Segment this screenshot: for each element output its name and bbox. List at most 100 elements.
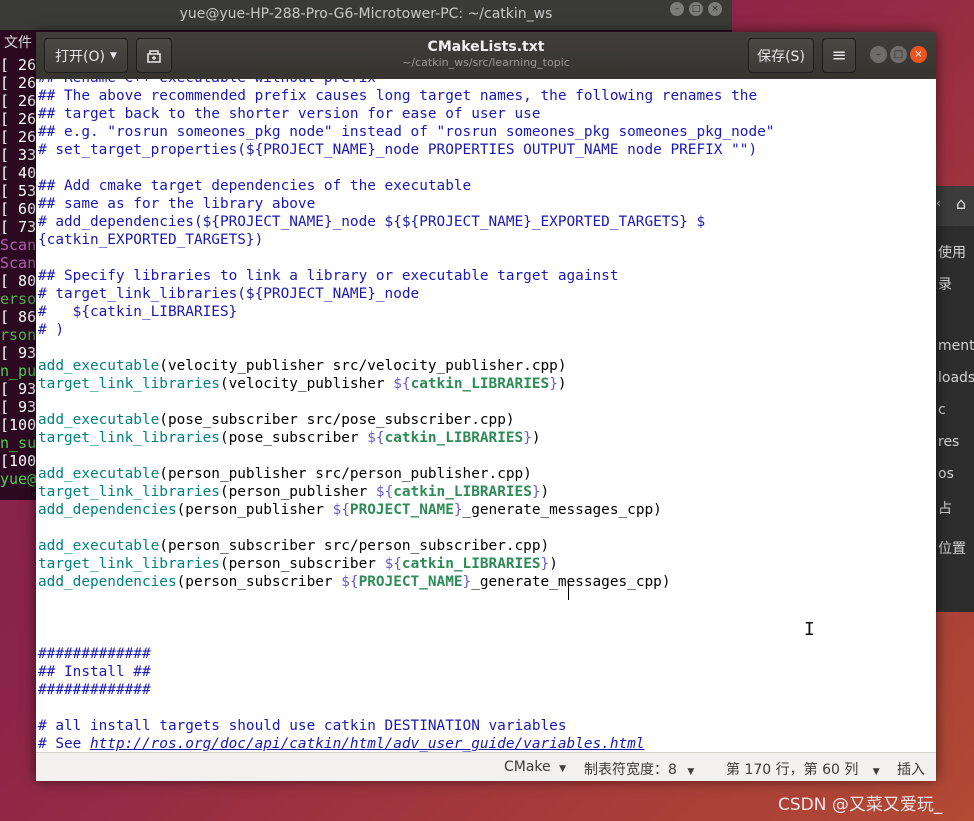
terminal-line: Scan <box>0 254 37 272</box>
code-token: {catkin_EXPORTED_TARGETS}) <box>38 232 264 248</box>
tab-width-selector[interactable]: 制表符宽度：8 ▼ <box>584 759 694 779</box>
code-line: # See http://ros.org/doc/api/catkin/html… <box>38 735 644 752</box>
new-tab-button[interactable] <box>136 38 172 73</box>
terminal-line: [ 73 <box>0 218 37 236</box>
document-title: CMakeLists.txt <box>427 39 545 55</box>
code-line: ## target back to the shorter version fo… <box>38 105 541 123</box>
code-token: add_executable <box>38 538 160 554</box>
terminal-line: [ 26 <box>0 110 37 128</box>
code-token: ## same as for the library above <box>38 196 316 212</box>
insert-mode-indicator[interactable]: 插入 <box>897 759 925 779</box>
minimize-icon[interactable]: – <box>670 2 684 16</box>
terminal-line: [ 93 <box>0 344 37 362</box>
code-token: target_link_libraries <box>38 430 220 446</box>
code-token: } <box>523 430 532 446</box>
document-path: ~/catkin_ws/src/learning_topic <box>402 56 570 69</box>
code-token: http://ros.org/doc/api/catkin/html/adv_u… <box>89 736 645 752</box>
background-file-manager[interactable]: ‹ ⌂ 使用录 ments loads c res os 占位置 <box>934 186 974 612</box>
code-token: ## Add cmake target dependencies of the … <box>38 178 472 194</box>
save-button[interactable]: 保存(S) <box>748 38 814 73</box>
terminal-titlebar[interactable]: yue@yue-HP-288-Pro-G6-Microtower-PC: ~/c… <box>0 0 732 30</box>
code-token: ############# <box>38 646 151 662</box>
code-line: # ${catkin_LIBRARIES} <box>38 303 237 321</box>
code-token: ## Install ## <box>38 664 151 680</box>
terminal-line: [ 60 <box>0 200 37 218</box>
code-line: add_executable(pose_subscriber src/pose_… <box>38 411 515 429</box>
code-token: ) <box>557 376 567 392</box>
terminal-line: [ 26 <box>0 56 37 74</box>
close-icon[interactable]: × <box>910 46 927 63</box>
minimize-icon[interactable]: – <box>870 46 887 63</box>
open-button-label: 打开(O) <box>55 48 106 65</box>
file-manager-item[interactable]: ments <box>938 338 974 354</box>
language-label: CMake <box>504 759 551 775</box>
code-line: ## same as for the library above <box>38 195 315 213</box>
cursor-position-selector[interactable]: 第 170 行，第 60 列 ▼ <box>726 759 880 779</box>
code-line: ## Add cmake target dependencies of the … <box>38 177 471 195</box>
text-editor-area[interactable]: ## Rename C++ executable without prefix #… <box>36 79 936 752</box>
code-token: } <box>531 484 541 500</box>
code-token: target_link_libraries <box>38 484 220 500</box>
code-token: ## Specify libraries to link a library o… <box>38 268 619 284</box>
code-token: add_dependencies <box>38 502 177 518</box>
code-token: (person_subscriber src/person_subscriber… <box>159 538 550 554</box>
code-line: target_link_libraries(person_subscriber … <box>38 555 558 573</box>
code-line: add_executable(person_subscriber src/per… <box>38 537 549 555</box>
code-line: target_link_libraries(person_publisher $… <box>38 483 549 501</box>
home-icon[interactable]: ⌂ <box>956 194 966 213</box>
code-token: ${ <box>332 502 350 518</box>
code-token: catkin_LIBRARIES <box>393 484 532 500</box>
code-token: ) <box>540 484 550 500</box>
code-token: # target_link_libraries(${PROJECT_NAME}_… <box>38 286 420 302</box>
code-token: ) <box>549 556 558 572</box>
file-manager-item[interactable]: 录 <box>938 274 952 294</box>
code-line: add_executable(person_publisher src/pers… <box>38 465 532 483</box>
file-manager-item[interactable]: 位置 <box>938 538 966 558</box>
chevron-left-icon[interactable]: ‹ <box>936 196 941 210</box>
code-token: catkin_LIBRARIES <box>410 376 550 392</box>
terminal-line: [ 93 <box>0 380 37 398</box>
code-token: (velocity_publisher <box>219 376 394 392</box>
code-token: ${ <box>384 556 402 572</box>
code-token: (person_publisher src/person_publisher.c… <box>159 466 532 482</box>
gedit-window[interactable]: 打开(O) ▼ CMakeLists.txt ~/catkin_ws/src/l… <box>36 32 936 781</box>
file-manager-item[interactable]: 占 <box>938 498 952 518</box>
language-selector[interactable]: CMake ▼ <box>504 759 566 775</box>
menu-icon: ≡ <box>831 45 847 66</box>
code-token: } <box>462 574 472 590</box>
code-token: } <box>540 556 550 572</box>
file-manager-item[interactable]: res <box>938 434 959 450</box>
code-token: } <box>549 376 558 392</box>
terminal-menu-file[interactable]: 文件 <box>4 32 32 52</box>
new-document-icon <box>147 49 161 63</box>
code-token: PROJECT_NAME <box>349 502 454 518</box>
close-icon[interactable]: × <box>708 2 722 16</box>
terminal-line: [100 <box>0 416 37 434</box>
file-manager-item[interactable]: os <box>938 466 954 482</box>
file-manager-item[interactable]: 使用 <box>938 242 966 262</box>
code-line: ## Install ## <box>38 663 151 681</box>
file-manager-item[interactable]: c <box>938 402 946 418</box>
code-token: target_link_libraries <box>38 376 220 392</box>
cursor-position-label: 第 170 行，第 60 列 <box>726 762 859 778</box>
code-line: target_link_libraries(velocity_publisher… <box>38 375 567 393</box>
code-line: ############# <box>38 645 151 663</box>
maximize-icon[interactable]: □ <box>689 2 703 16</box>
maximize-icon[interactable]: □ <box>890 46 907 63</box>
code-token: (pose_subscriber src/pose_subscriber.cpp… <box>159 412 515 428</box>
hamburger-menu-button[interactable]: ≡ <box>822 38 856 73</box>
code-line: add_executable(velocity_publisher src/ve… <box>38 357 567 375</box>
code-token: ## e.g. "rosrun someones_pkg node" inste… <box>38 124 775 140</box>
gedit-headerbar[interactable]: 打开(O) ▼ CMakeLists.txt ~/catkin_ws/src/l… <box>36 32 936 80</box>
open-button[interactable]: 打开(O) ▼ <box>44 38 128 73</box>
code-line: target_link_libraries(pose_subscriber ${… <box>38 429 541 447</box>
file-manager-item[interactable]: loads <box>938 370 974 386</box>
terminal-line: n_su <box>0 434 37 452</box>
chevron-down-icon: ▼ <box>687 767 695 777</box>
status-bar: CMake ▼ 制表符宽度：8 ▼ 第 170 行，第 60 列 ▼ 插入 <box>36 752 936 781</box>
chevron-down-icon: ▼ <box>872 767 880 777</box>
code-token: PROJECT_NAME <box>358 574 463 590</box>
code-token: add_executable <box>38 412 160 428</box>
code-line: add_dependencies(person_subscriber ${PRO… <box>38 573 671 591</box>
code-line: add_dependencies(person_publisher ${PROJ… <box>38 501 662 519</box>
